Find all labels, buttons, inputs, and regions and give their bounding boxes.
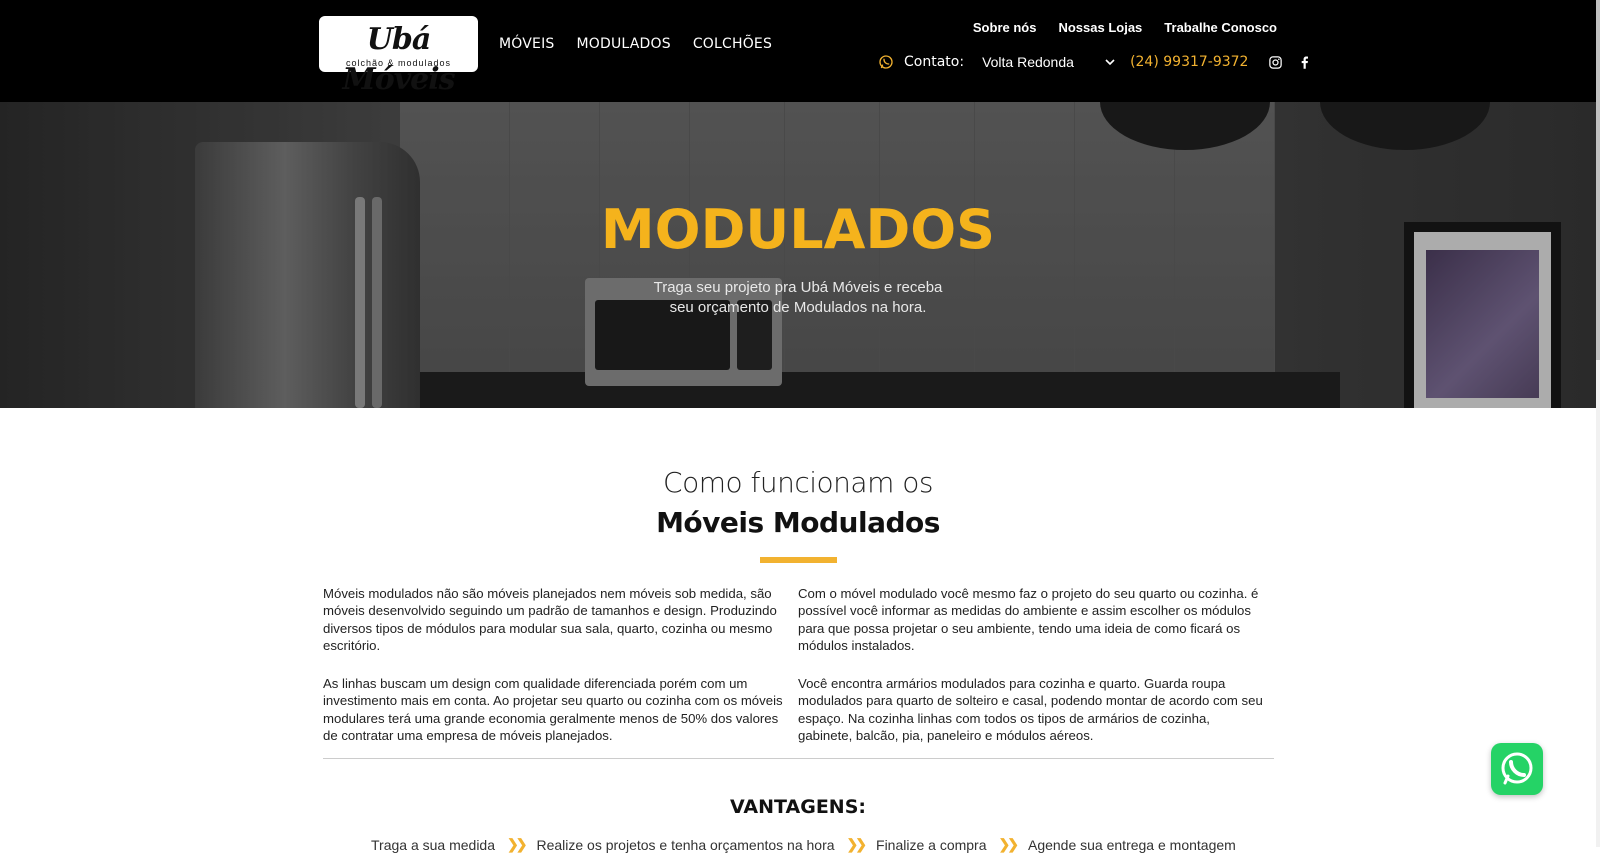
logo-tagline: colchão & modulados bbox=[345, 58, 452, 68]
title-underline bbox=[760, 557, 837, 563]
nav-moveis[interactable]: MÓVEIS bbox=[499, 36, 555, 52]
hero-subtitle-line2: seu orçamento de Modulados na hora. bbox=[669, 299, 927, 316]
step-item: Traga a sua medida bbox=[371, 836, 495, 853]
text-column-right: Com o móvel modulado você mesmo faz o pr… bbox=[798, 585, 1266, 765]
whatsapp-icon bbox=[879, 55, 893, 69]
step-item: Realize os projetos e tenha orçamentos n… bbox=[536, 836, 835, 853]
instagram-icon[interactable] bbox=[1268, 55, 1283, 70]
paragraph: As linhas buscam um design com qualidade… bbox=[323, 676, 783, 744]
phone-link[interactable]: (24) 99317-9372 bbox=[1130, 54, 1248, 70]
city-select-value: Volta Redonda bbox=[982, 54, 1074, 70]
double-chevron-icon: ❯❯ bbox=[998, 836, 1020, 852]
double-chevron-icon: ❯❯ bbox=[846, 836, 868, 852]
paragraph: Móveis modulados não são móveis planejad… bbox=[323, 586, 777, 653]
social-links bbox=[1268, 55, 1312, 70]
site-header: Ubá Móveis colchão & modulados MÓVEIS MO… bbox=[0, 0, 1596, 102]
text-column-left: Móveis modulados não são móveis planejad… bbox=[323, 585, 791, 765]
nav-modulados[interactable]: MODULADOS bbox=[577, 36, 671, 52]
advantages-steps: Traga a sua medida ❯❯ Realize os projeto… bbox=[371, 836, 1236, 853]
section-title-light: Como funcionam os bbox=[663, 466, 933, 499]
double-chevron-icon: ❯❯ bbox=[507, 836, 528, 852]
nav-colchoes[interactable]: COLCHÕES bbox=[693, 36, 772, 52]
facebook-icon[interactable] bbox=[1297, 55, 1312, 70]
main-nav: MÓVEIS MODULADOS COLCHÕES bbox=[499, 36, 772, 52]
whatsapp-icon bbox=[1501, 752, 1533, 785]
scrollbar[interactable] bbox=[1596, 0, 1600, 847]
step-item: Finalize a compra bbox=[876, 836, 987, 853]
link-nossas-lojas[interactable]: Nossas Lojas bbox=[1058, 20, 1142, 35]
scrollbar-thumb[interactable] bbox=[1596, 0, 1600, 360]
hero-banner: MODULADOS Traga seu projeto pra Ubá Móve… bbox=[0, 102, 1596, 408]
link-sobre-nos[interactable]: Sobre nós bbox=[973, 20, 1037, 35]
contact-label: Contato: bbox=[904, 54, 965, 70]
contact-bar: Contato: Volta Redonda (24) 99317-9372 bbox=[878, 51, 1312, 73]
hero-title: MODULADOS bbox=[600, 198, 996, 261]
step-item: Agende sua entrega e montagem bbox=[1027, 836, 1236, 853]
hero-subtitle-line1: Traga seu projeto pra Ubá Móveis e receb… bbox=[653, 279, 943, 296]
top-links: Sobre nós Nossas Lojas Trabalhe Conosco bbox=[973, 20, 1277, 35]
paragraph: Com o móvel modulado você mesmo faz o pr… bbox=[798, 586, 1259, 653]
section-title-bold: Móveis Modulados bbox=[656, 506, 940, 539]
paragraph: Você encontra armários modulados para co… bbox=[798, 676, 1263, 744]
divider bbox=[323, 758, 1274, 759]
link-trabalhe-conosco[interactable]: Trabalhe Conosco bbox=[1164, 20, 1277, 35]
hero-subtitle: Traga seu projeto pra Ubá Móveis e receb… bbox=[0, 278, 1596, 318]
city-select[interactable]: Volta Redonda bbox=[982, 54, 1120, 70]
whatsapp-float-button[interactable] bbox=[1491, 743, 1543, 795]
chevron-down-icon bbox=[1105, 59, 1115, 66]
advantages-title: VANTAGENS: bbox=[730, 796, 866, 818]
logo[interactable]: Ubá Móveis colchão & modulados bbox=[319, 16, 478, 97]
